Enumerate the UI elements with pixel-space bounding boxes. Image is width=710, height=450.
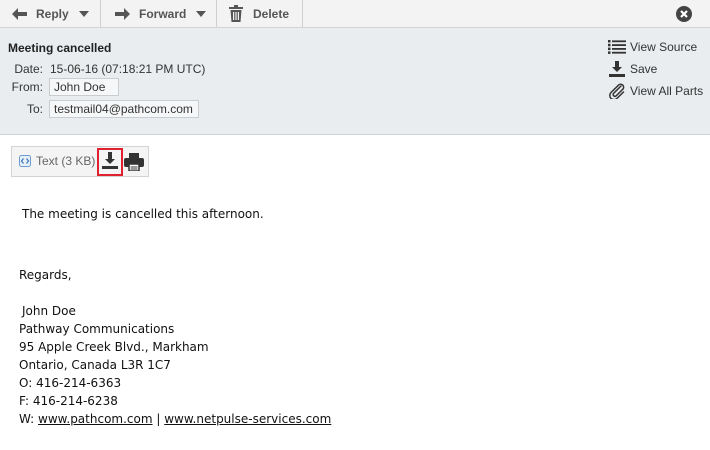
from-label: From: <box>11 80 43 94</box>
web-prefix: W: <box>19 412 39 426</box>
forward-button[interactable]: Forward <box>101 0 217 27</box>
from-field[interactable]: John Doe <box>49 78 119 96</box>
attachment-item: Text (3 KB) <box>11 146 149 177</box>
view-all-parts-link[interactable]: View All Parts <box>608 82 703 100</box>
netpulse-link[interactable]: www.netpulse-services.com <box>164 412 331 426</box>
download-icon <box>608 61 626 77</box>
signature-address2: Ontario, Canada L3R 1C7 <box>19 358 171 372</box>
body-line: The meeting is cancelled this afternoon. <box>22 207 264 221</box>
list-icon <box>608 39 626 55</box>
close-circle-icon[interactable] <box>676 6 692 22</box>
arrow-left-icon <box>12 7 27 20</box>
text-file-icon <box>19 155 31 167</box>
view-source-link[interactable]: View Source <box>608 38 697 56</box>
date-label: Date: <box>14 62 43 76</box>
signature-fax: F: 416-214-6238 <box>19 394 118 408</box>
pathcom-link[interactable]: www.pathcom.com <box>38 412 153 426</box>
signature-company: Pathway Communications <box>19 322 175 336</box>
download-icon <box>102 151 118 173</box>
message-header: Meeting cancelled Date: 15-06-16 (07:18:… <box>0 28 710 135</box>
trash-icon <box>229 5 243 22</box>
signature-phone: O: 416-214-6363 <box>19 376 122 390</box>
date-value: 15-06-16 (07:18:21 PM UTC) <box>50 62 206 76</box>
to-label: To: <box>26 102 43 116</box>
link-separator: | <box>152 412 165 426</box>
forward-label: Forward <box>139 6 187 21</box>
view-source-label: View Source <box>630 40 698 54</box>
regards-line: Regards, <box>19 268 72 282</box>
signature-address1: 95 Apple Creek Blvd., Markham <box>19 340 209 354</box>
save-label: Save <box>630 62 658 76</box>
save-link[interactable]: Save <box>608 60 657 78</box>
signature-web: W: www.pathcom.com | www.netpulse-servic… <box>19 412 331 426</box>
delete-label: Delete <box>253 6 290 21</box>
arrow-right-icon <box>115 7 130 20</box>
reply-button[interactable]: Reply <box>0 0 101 27</box>
reply-label: Reply <box>36 6 69 21</box>
printer-icon[interactable] <box>124 153 144 172</box>
chevron-down-icon <box>78 10 89 17</box>
message-subject: Meeting cancelled <box>8 41 112 55</box>
attachment-label[interactable]: Text (3 KB) <box>36 154 95 168</box>
view-all-parts-label: View All Parts <box>630 84 704 98</box>
paperclip-icon <box>608 83 626 99</box>
signature-name: John Doe <box>22 304 76 318</box>
to-field[interactable]: testmail04@pathcom.com <box>49 100 199 118</box>
message-toolbar: Reply Forward Delete <box>0 0 710 28</box>
attachment-download-button[interactable] <box>97 148 123 176</box>
chevron-down-icon <box>196 10 207 17</box>
delete-button[interactable]: Delete <box>217 0 303 27</box>
